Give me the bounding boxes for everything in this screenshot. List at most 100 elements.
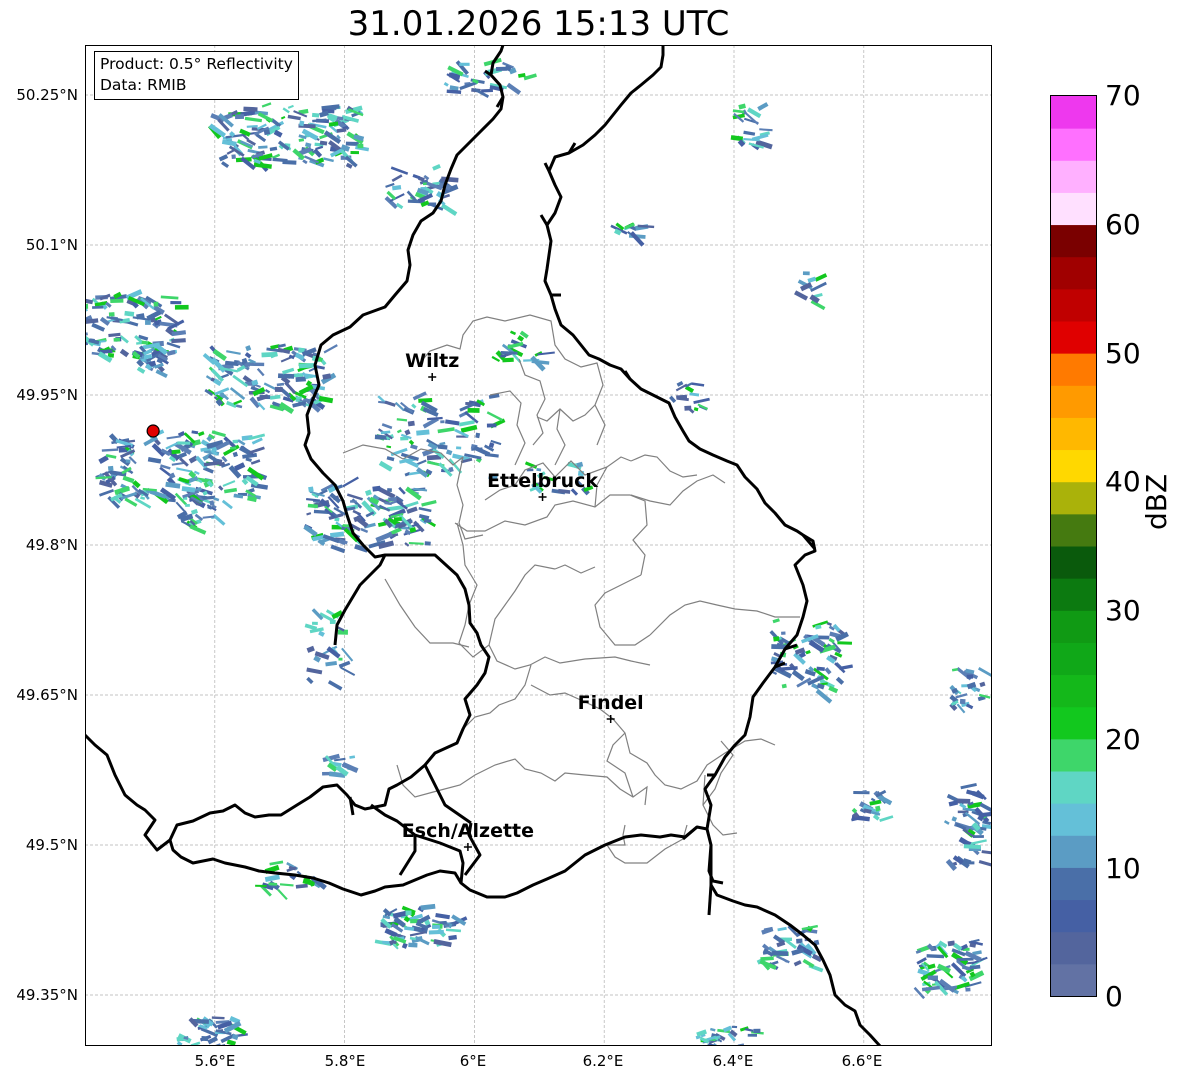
city-label: Esch/Alzette (402, 820, 534, 842)
radar-echo (295, 376, 306, 383)
radar-echo (258, 145, 268, 149)
radar-echo (350, 150, 360, 155)
colorbar-segment (1051, 738, 1096, 772)
radar-echo (963, 844, 981, 849)
colorbar-segment (1051, 160, 1096, 193)
colorbar-tick-label: 0 (1105, 980, 1123, 1013)
map-title: 31.01.2026 15:13 UTC (347, 4, 730, 44)
colorbar-segment (1051, 417, 1096, 451)
radar-echo (107, 465, 114, 471)
colorbar-segment (1051, 224, 1096, 258)
radar-echo (423, 518, 432, 523)
radar-echo (295, 399, 300, 402)
colorbar-segment (1051, 803, 1096, 836)
colorbar-segment (1051, 288, 1096, 322)
radar-echo (771, 950, 789, 957)
colorbar-segment (1051, 706, 1096, 740)
colorbar-tick-label: 70 (1105, 79, 1141, 112)
colorbar-tick-label: 30 (1105, 594, 1141, 627)
radar-echo (424, 541, 431, 546)
colorbar-segment (1051, 192, 1096, 226)
lon-label: 5.6°E (194, 1052, 236, 1070)
lat-label: 49.5°N (25, 836, 78, 854)
lon-label: 6.2°E (582, 1052, 624, 1070)
radar-echo (773, 636, 780, 642)
radar-echo (440, 420, 445, 424)
radar-echo (350, 500, 357, 503)
colorbar-segment (1051, 899, 1096, 933)
colorbar-segment (1051, 771, 1096, 804)
radar-echo (956, 798, 971, 804)
radar-echo (153, 301, 159, 307)
radar-echo (816, 666, 825, 671)
radar-echo (837, 641, 853, 645)
radar-echo (428, 929, 444, 935)
colorbar-segment (1051, 867, 1096, 901)
radar-echo (293, 373, 304, 378)
colorbar-segment (1051, 449, 1096, 483)
lat-label: 49.8°N (25, 536, 78, 554)
radar-echo (927, 975, 938, 980)
radar-echo (781, 631, 786, 635)
lon-label: 6.6°E (841, 1052, 883, 1070)
radar-echo (201, 1035, 209, 1042)
lat-label: 50.1°N (25, 236, 78, 254)
city-label: Ettelbruck (487, 470, 598, 492)
colorbar-label: dBZ (1140, 473, 1173, 530)
colorbar-segment (1051, 353, 1096, 386)
lat-label: 49.65°N (16, 686, 78, 704)
radar-echo (966, 674, 974, 679)
colorbar-segment (1051, 481, 1096, 515)
colorbar-tick-label: 20 (1105, 723, 1141, 756)
lon-label: 6°E (459, 1052, 487, 1070)
colorbar-segment (1051, 546, 1096, 579)
radar-echo (311, 112, 320, 118)
radar-echo (231, 154, 236, 159)
colorbar-segment (1051, 128, 1096, 161)
radar-site (146, 424, 160, 438)
radar-echo (232, 439, 239, 444)
colorbar-segment (1051, 96, 1096, 129)
radar-echo (802, 271, 810, 276)
radar-echo (481, 88, 493, 93)
radar-echo (388, 497, 397, 502)
colorbar-tick-label: 60 (1105, 208, 1141, 241)
radar-echo (456, 446, 462, 450)
radar-echo (959, 698, 966, 705)
radar-echo (753, 1028, 761, 1033)
radar-echo (125, 459, 131, 463)
radar-echo (500, 354, 507, 358)
city-label: Wiltz (405, 350, 459, 372)
colorbar-segment (1051, 835, 1096, 868)
radar-echo (393, 517, 402, 522)
radar-echo (298, 362, 316, 369)
radar-echo (465, 401, 471, 406)
radar-echo (113, 337, 121, 342)
radar-echo (185, 504, 190, 507)
radar-echo (338, 116, 344, 121)
radar-map: Wiltz Ettelbruck Findel Esch/Alzette (85, 45, 992, 1046)
radar-echo (676, 394, 688, 399)
radar-echo (308, 486, 314, 493)
radar-echo (110, 298, 124, 304)
radar-echo (177, 441, 191, 445)
radar-echo (174, 304, 189, 310)
radar-echo (243, 106, 258, 112)
radar-echo (311, 621, 318, 625)
colorbar-segment (1051, 578, 1096, 611)
radar-echo (299, 120, 305, 127)
radar-echo (170, 301, 182, 305)
colorbar-tick-label: 40 (1105, 465, 1141, 498)
radar-map-frame: Wiltz Ettelbruck Findel Esch/Alzette (85, 45, 992, 1046)
radar-echo (467, 407, 480, 413)
data-source-label: Data: RMIB (100, 76, 187, 94)
map-background (85, 45, 992, 1046)
radar-echo (502, 357, 514, 363)
radar-echo (277, 373, 295, 379)
colorbar-segment (1051, 256, 1096, 290)
radar-echo (357, 143, 364, 149)
colorbar-segment (1051, 513, 1096, 547)
colorbar-segment (1051, 385, 1096, 418)
radar-echo (965, 987, 971, 992)
lon-label: 6.4°E (712, 1052, 754, 1070)
